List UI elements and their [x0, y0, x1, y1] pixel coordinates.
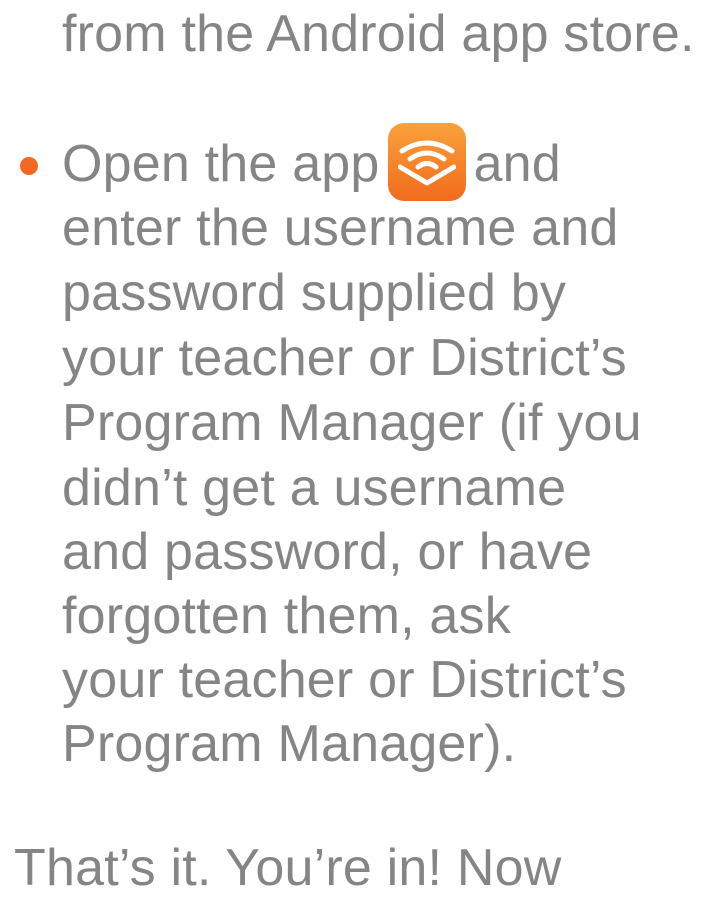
text-line: and password, or have — [62, 523, 593, 581]
text-line: enter the username and — [62, 199, 619, 257]
text-line: forgotten them, ask — [62, 587, 511, 645]
text-line: didn’t get a username — [62, 459, 567, 517]
text-line: Program Manager). — [62, 715, 517, 773]
audible-app-icon — [387, 123, 466, 202]
text-line: Program Manager (if you — [62, 394, 642, 452]
text-line: your teacher or District’s — [62, 651, 627, 709]
bullet-first-line: Open the app and — [62, 123, 561, 202]
text-line: your teacher or District’s — [62, 329, 627, 387]
text-segment: Open the app — [62, 135, 380, 193]
text-line: from the Android app store. — [62, 5, 695, 63]
text-line: password supplied by — [62, 264, 567, 322]
bullet-dot-icon — [20, 157, 38, 175]
closing-text-line: That’s it. You’re in! Now — [14, 839, 562, 897]
text-segment: and — [473, 135, 561, 193]
